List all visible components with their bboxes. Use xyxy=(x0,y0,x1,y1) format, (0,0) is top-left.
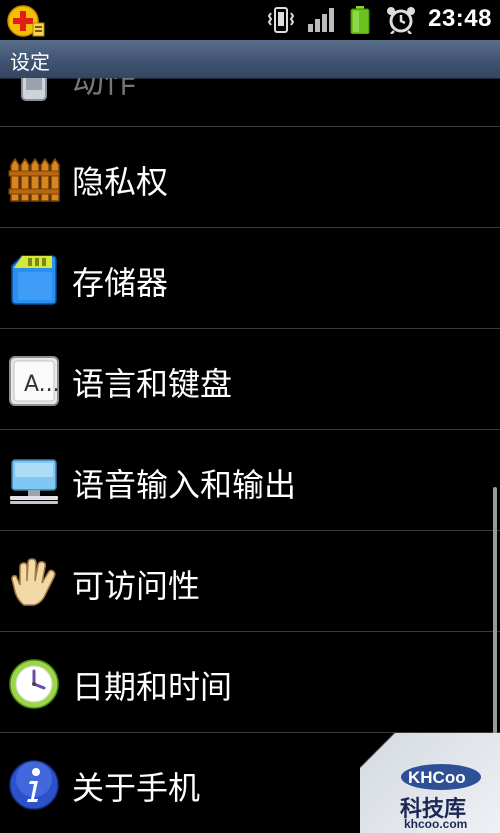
settings-item-label: 存储器 xyxy=(72,264,169,302)
settings-item-label: 关于手机 xyxy=(72,769,201,807)
info-icon xyxy=(9,760,59,810)
battery-icon xyxy=(350,6,370,34)
settings-item-label: 隐私权 xyxy=(72,163,169,201)
settings-screen: 23:48 设定 动作 隐私权 存储器 A... 语言和键盘 语音输入和输出 可… xyxy=(0,0,500,833)
watermark-url: khcoo.com xyxy=(404,817,468,831)
scrollbar[interactable] xyxy=(493,487,497,757)
alarm-clock-icon xyxy=(387,7,415,34)
settings-item-label: 动作 xyxy=(72,78,137,100)
settings-item-label: 语言和键盘 xyxy=(72,365,233,403)
keyboard-key-icon: A... xyxy=(9,356,60,406)
watermark: KHCoo 科技库 khcoo.com xyxy=(360,733,500,833)
monitor-icon xyxy=(10,459,58,504)
settings-item-voice-io[interactable]: 语音输入和输出 xyxy=(0,430,500,531)
title-bar: 设定 xyxy=(0,40,500,79)
keyboard-key-glyph: A... xyxy=(24,372,60,397)
hand-icon xyxy=(11,558,56,606)
page-title: 设定 xyxy=(10,50,50,74)
signal-icon xyxy=(308,8,334,32)
settings-item-motion[interactable]: 动作 xyxy=(0,78,500,127)
settings-item-storage[interactable]: 存储器 xyxy=(0,228,500,329)
settings-item-label: 可访问性 xyxy=(72,567,201,605)
settings-item-label: 日期和时间 xyxy=(72,668,233,706)
notification-plus-icon[interactable] xyxy=(6,4,46,38)
watermark-logo: KHCoo xyxy=(401,764,481,790)
settings-item-privacy[interactable]: 隐私权 xyxy=(0,127,500,228)
settings-item-language-keyboard[interactable]: A... 语言和键盘 xyxy=(0,329,500,430)
settings-item-label: 语音输入和输出 xyxy=(72,466,297,504)
vibrate-icon xyxy=(267,7,295,33)
status-bar: 23:48 xyxy=(0,0,500,40)
status-clock: 23:48 xyxy=(428,5,492,32)
sd-card-icon xyxy=(11,255,57,305)
clock-icon xyxy=(9,659,59,709)
settings-item-date-time[interactable]: 日期和时间 xyxy=(0,632,500,733)
settings-item-accessibility[interactable]: 可访问性 xyxy=(0,531,500,632)
settings-list[interactable]: 动作 隐私权 存储器 A... 语言和键盘 语音输入和输出 可访问性 日期和时间… xyxy=(0,78,500,833)
svg-text:KHCoo: KHCoo xyxy=(408,768,466,787)
motion-phone-icon xyxy=(21,78,47,101)
fence-icon xyxy=(8,157,60,202)
